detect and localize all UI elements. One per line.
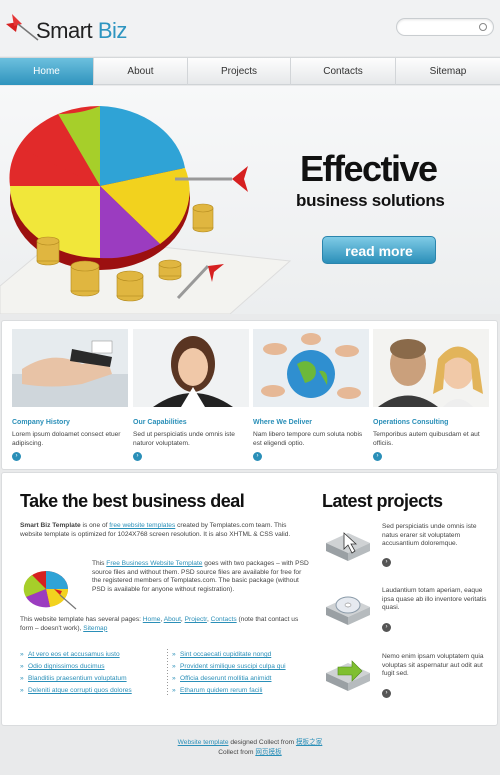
footer-line-2: Collect from 网页模板: [218, 749, 282, 756]
cursor-box-icon[interactable]: [322, 523, 374, 563]
services-panel: Company History Lorem ipsum doloamet con…: [1, 320, 498, 470]
project-text: Laudantium totam aperiam, eaque ipsa qua…: [382, 587, 487, 611]
webpage-template-link[interactable]: 网页模板: [255, 749, 281, 756]
mobanzhijia-link[interactable]: 模板之家: [296, 739, 322, 746]
arrow-right-icon[interactable]: ›: [382, 689, 391, 698]
arrow-right-icon[interactable]: ›: [373, 452, 382, 461]
list-link[interactable]: Deleniti atque corrupti quos dolores: [20, 685, 160, 697]
list-link[interactable]: Etharum quidem rerum facili: [172, 685, 312, 697]
pie-chart-thumbnail: [23, 571, 77, 610]
pages-paragraph: This website template has several pages:…: [20, 616, 299, 632]
download-box-icon[interactable]: [322, 653, 374, 693]
hero-subtitle: business solutions: [296, 191, 445, 210]
handshake-image[interactable]: [12, 329, 128, 407]
list-link[interactable]: Provident similique suscipi culpa qui: [172, 661, 312, 673]
service-text: Nam libero tempore cum soluta nobis est …: [253, 431, 363, 447]
list-link[interactable]: Blanditiis praesentium voluptatum: [20, 673, 160, 685]
search-input[interactable]: [396, 18, 494, 36]
nav-home[interactable]: Home: [0, 58, 94, 85]
divider: [167, 649, 168, 697]
service-where-we-deliver: Where We Deliver Nam libero tempore cum …: [253, 329, 369, 461]
service-operations-consulting: Operations Consulting Temporibus autem q…: [373, 329, 489, 461]
arrow-right-icon[interactable]: ›: [382, 623, 391, 632]
sitemap-link[interactable]: Sitemap: [83, 625, 107, 632]
phone-call-image[interactable]: [373, 329, 489, 407]
contacts-link[interactable]: Contacts: [211, 616, 237, 623]
header: Smart Biz: [0, 0, 500, 56]
service-title[interactable]: Our Capabilities: [133, 419, 249, 426]
business-template-link[interactable]: Free Business Website Template: [106, 560, 202, 567]
arrow-right-icon[interactable]: ›: [253, 452, 262, 461]
service-capabilities: Our Capabilities Sed ut perspiciatis und…: [133, 329, 249, 461]
logo-text: Smart Biz: [36, 18, 127, 43]
links-list-left: At vero eos et accusamus iusto Odio dign…: [20, 649, 160, 697]
template-name: Smart Biz Template: [20, 522, 81, 529]
arrow-right-icon[interactable]: ›: [12, 452, 21, 461]
service-text: Lorem ipsum doloamet consect etuer adipi…: [12, 431, 121, 447]
service-text: Temporibus autem quibusdam et aut offici…: [373, 431, 480, 447]
arrow-right-icon[interactable]: ›: [382, 558, 391, 567]
intro-paragraph: Smart Biz Template is one of free websit…: [20, 522, 291, 538]
pie-chart-illustration: [0, 105, 292, 314]
list-link[interactable]: At vero eos et accusamus iusto: [20, 649, 160, 661]
projects-link[interactable]: Projectr: [185, 616, 207, 623]
businesswoman-image[interactable]: [133, 329, 249, 407]
nav-contacts[interactable]: Contacts: [291, 58, 396, 85]
project-text: Sed perspiciatis unde omnis iste natus e…: [382, 523, 477, 547]
main-nav: Home About Projects Contacts Sitemap: [0, 57, 500, 85]
deal-title: Take the best business deal: [20, 491, 245, 511]
disc-box-icon[interactable]: [322, 587, 374, 627]
service-title[interactable]: Where We Deliver: [253, 419, 369, 426]
hero-banner: Effective business solutions read more: [0, 86, 500, 314]
arrow-right-icon[interactable]: ›: [133, 452, 142, 461]
nav-sitemap[interactable]: Sitemap: [396, 58, 500, 85]
globe-hands-image[interactable]: [253, 329, 369, 407]
read-more-button[interactable]: read more: [322, 236, 436, 264]
footer-line-1: Website template designed Collect from 模…: [177, 739, 323, 746]
list-link[interactable]: Officia deserunt mollitia animidt: [172, 673, 312, 685]
website-template-link[interactable]: Website template: [178, 739, 229, 746]
content-panel: Take the best business deal Smart Biz Te…: [1, 472, 498, 726]
service-text: Sed ut perspiciatis unde omnis iste natu…: [133, 431, 235, 447]
service-title[interactable]: Company History: [12, 419, 128, 426]
nav-projects[interactable]: Projects: [188, 58, 291, 85]
free-templates-link[interactable]: free website templates: [109, 522, 175, 529]
home-link[interactable]: Home: [143, 616, 161, 623]
footer: Website template designed Collect from 模…: [0, 738, 500, 758]
search-icon: [479, 23, 487, 31]
hero-title: Effective: [300, 148, 438, 189]
list-link[interactable]: Sint occaecati cupiditate nongd: [172, 649, 312, 661]
service-title[interactable]: Operations Consulting: [373, 419, 489, 426]
package-paragraph: This Free Business Website Template goes…: [92, 560, 309, 593]
project-text: Nemo enim ipsam voluptatem quia voluptas…: [382, 653, 484, 677]
about-link[interactable]: About: [164, 616, 181, 623]
links-list-right: Sint occaecati cupiditate nongd Providen…: [172, 649, 312, 697]
nav-about[interactable]: About: [94, 58, 188, 85]
logo[interactable]: Smart Biz: [4, 10, 144, 46]
logo-icon: [6, 14, 39, 41]
list-link[interactable]: Odio dignissimos ducimus: [20, 661, 160, 673]
projects-title: Latest projects: [322, 491, 443, 511]
service-company-history: Company History Lorem ipsum doloamet con…: [12, 329, 128, 461]
